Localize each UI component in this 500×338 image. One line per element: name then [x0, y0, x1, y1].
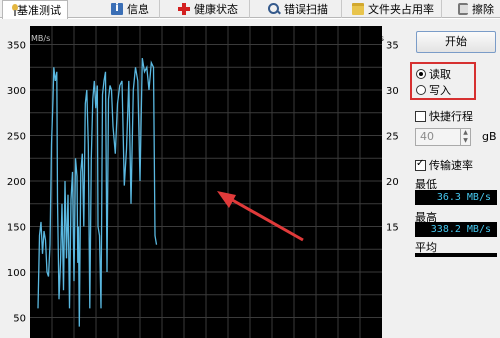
- health-icon: [178, 3, 190, 15]
- left-tick-label: 200: [7, 177, 26, 188]
- left-tick-label: 150: [7, 223, 26, 234]
- short-stroke-label: 快捷行程: [429, 110, 473, 123]
- left-axis-unit: MB/s: [31, 34, 50, 43]
- read-radio-row[interactable]: 读取: [416, 67, 451, 81]
- right-axis-unit: ms: [372, 34, 384, 43]
- short-stroke-row[interactable]: 快捷行程: [415, 109, 473, 123]
- write-radio-row[interactable]: 写入: [416, 83, 451, 97]
- right-tick-label: 20: [386, 177, 399, 188]
- transfer-rate-label: 传输速率: [429, 159, 473, 172]
- right-tick-label: 35: [386, 41, 399, 52]
- benchmark-icon: [9, 4, 18, 16]
- tab-label: 信息: [127, 3, 149, 16]
- control-panel: 开始 读取 写入 快捷行程 40 ▲▼ gB 传输速率 最低 36.3 MB/s…: [410, 19, 500, 338]
- transfer-rate-checkbox[interactable]: [415, 158, 426, 171]
- erase-icon: [458, 3, 468, 15]
- folder-icon: [352, 3, 364, 15]
- transfer-rate-row[interactable]: 传输速率: [415, 158, 473, 172]
- chart-svg: 350 300 250 200 150 100 50 35 30 25 20 15 MB/s ms: [0, 19, 410, 338]
- min-readout: 36.3 MB/s: [415, 190, 497, 205]
- tab-erase[interactable]: 擦除: [452, 0, 500, 18]
- tab-health[interactable]: 健康状态: [172, 0, 250, 18]
- tab-label: 健康状态: [194, 3, 238, 16]
- tab-folder-usage[interactable]: 文件夹占用率: [346, 0, 442, 18]
- short-stroke-unit: gB: [482, 130, 497, 143]
- tab-error-scan[interactable]: 错误扫描: [262, 0, 342, 18]
- tab-benchmark[interactable]: 基准测试: [2, 0, 68, 19]
- short-stroke-checkbox[interactable]: [415, 110, 426, 122]
- start-button[interactable]: 开始: [416, 31, 496, 53]
- left-tick-label: 50: [13, 314, 26, 325]
- spinner-arrows-icon[interactable]: ▲ ▼: [460, 129, 470, 145]
- info-icon: [111, 1, 123, 15]
- scan-icon: [268, 3, 280, 15]
- read-label: 读取: [429, 68, 451, 81]
- left-tick-label: 250: [7, 132, 26, 143]
- short-stroke-value: 40: [420, 130, 434, 143]
- left-tick-label: 300: [7, 86, 26, 97]
- avg-readout: [415, 253, 497, 257]
- tab-label: 擦除: [472, 3, 494, 16]
- tab-label: 文件夹占用率: [368, 3, 434, 16]
- benchmark-chart: 350 300 250 200 150 100 50 35 30 25 20 15 MB/s ms: [0, 19, 410, 338]
- right-tick-label: 30: [386, 86, 399, 97]
- read-radio[interactable]: [416, 69, 426, 79]
- tab-label: 错误扫描: [284, 3, 328, 16]
- right-tick-label: 15: [386, 223, 399, 234]
- tab-label: 基准测试: [17, 4, 61, 17]
- tab-bar: 基准测试 信息 健康状态 错误扫描 文件夹占用率 擦除: [0, 0, 500, 19]
- write-label: 写入: [429, 84, 451, 97]
- max-readout: 338.2 MB/s: [415, 222, 497, 237]
- app-window: 基准测试 信息 健康状态 错误扫描 文件夹占用率 擦除 350 300 250 200…: [0, 0, 500, 338]
- left-tick-label: 350: [7, 41, 26, 52]
- write-radio[interactable]: [416, 85, 426, 95]
- right-tick-label: 25: [386, 132, 399, 143]
- short-stroke-input[interactable]: 40 ▲ ▼: [415, 128, 471, 146]
- left-tick-label: 100: [7, 268, 26, 279]
- tab-info[interactable]: 信息: [105, 0, 160, 18]
